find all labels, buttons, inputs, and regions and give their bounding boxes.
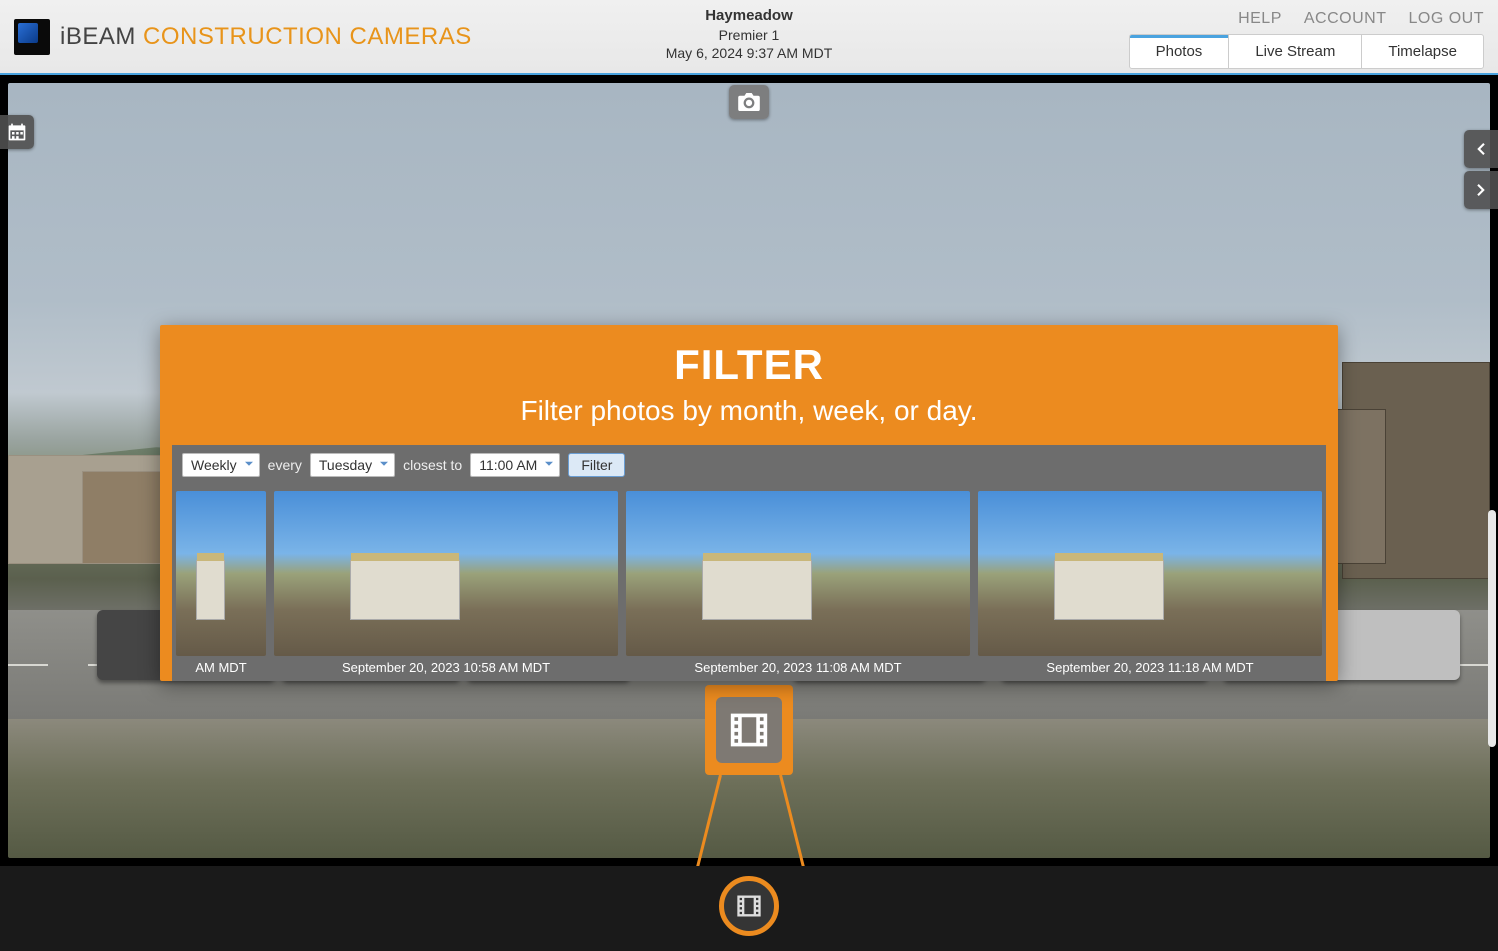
photo-timestamp: May 6, 2024 9:37 AM MDT: [666, 44, 833, 62]
help-link[interactable]: HELP: [1238, 10, 1282, 28]
brand-part2: CONSTRUCTION CAMERAS: [136, 23, 472, 50]
photo-viewer: FILTER Filter photos by month, week, or …: [0, 75, 1498, 866]
bottom-strip: [0, 866, 1498, 951]
filter-button[interactable]: Filter: [568, 453, 625, 477]
top-bar: iBEAM CONSTRUCTION CAMERAS Haymeadow Pre…: [0, 0, 1498, 75]
logout-link[interactable]: LOG OUT: [1408, 10, 1484, 28]
time-select[interactable]: 11:00 AM: [470, 453, 560, 477]
frequency-select[interactable]: Weekly: [182, 453, 260, 477]
account-links: HELP ACCOUNT LOG OUT: [1238, 10, 1484, 28]
prev-photo-button[interactable]: [1464, 130, 1498, 168]
filmstrip-toggle-button[interactable]: [719, 876, 779, 936]
account-link[interactable]: ACCOUNT: [1304, 10, 1387, 28]
chevron-right-icon: [1472, 181, 1490, 199]
thumbnail-item[interactable]: September 20, 2023 10:58 AM MDT: [274, 491, 618, 675]
chevron-left-icon: [1472, 140, 1490, 158]
closest-to-label: closest to: [403, 457, 462, 473]
thumbnail-item[interactable]: September 20, 2023 11:08 AM MDT: [626, 491, 970, 675]
thumbnail-item[interactable]: September 20, 2023 11:18 AM MDT: [978, 491, 1322, 675]
every-label: every: [268, 457, 302, 473]
thumbnail-label: AM MDT: [176, 656, 266, 675]
tab-photos[interactable]: Photos: [1130, 35, 1229, 68]
brand-group: iBEAM CONSTRUCTION CAMERAS: [14, 19, 472, 55]
thumbnail-label: September 20, 2023 11:18 AM MDT: [978, 656, 1322, 675]
header-right: HELP ACCOUNT LOG OUT Photos Live Stream …: [1129, 4, 1484, 69]
thumbnail-label: September 20, 2023 11:08 AM MDT: [626, 656, 970, 675]
filter-source-highlight: [705, 685, 793, 775]
calendar-icon: [7, 122, 27, 142]
thumbnail-label: September 20, 2023 10:58 AM MDT: [274, 656, 618, 675]
scrollbar[interactable]: [1488, 510, 1496, 747]
callout-title: FILTER: [172, 341, 1326, 389]
day-select[interactable]: Tuesday: [310, 453, 395, 477]
brand-text: iBEAM CONSTRUCTION CAMERAS: [60, 23, 472, 51]
brand-logo-icon: [14, 19, 50, 55]
next-photo-button[interactable]: [1464, 171, 1498, 209]
callout-subtitle: Filter photos by month, week, or day.: [172, 395, 1326, 427]
brand-part1: iBEAM: [60, 23, 136, 50]
camera-name: Premier 1: [666, 26, 833, 44]
view-tabs: Photos Live Stream Timelapse: [1129, 34, 1484, 69]
project-name: Haymeadow: [666, 6, 833, 26]
filmstrip-icon: [735, 893, 763, 919]
tab-timelapse[interactable]: Timelapse: [1361, 35, 1483, 68]
filter-thumbnails: AM MDT September 20, 2023 10:58 AM MDT S…: [172, 485, 1326, 681]
camera-icon: [738, 93, 760, 111]
filter-callout: FILTER Filter photos by month, week, or …: [160, 325, 1338, 681]
calendar-button[interactable]: [0, 115, 34, 149]
snapshot-button[interactable]: [729, 85, 769, 119]
filmstrip-icon: [727, 710, 771, 750]
filmstrip-button-large[interactable]: [716, 697, 782, 763]
filter-bar: Weekly every Tuesday closest to 11:00 AM…: [172, 445, 1326, 485]
header-center: Haymeadow Premier 1 May 6, 2024 9:37 AM …: [666, 6, 833, 62]
tab-live-stream[interactable]: Live Stream: [1228, 35, 1361, 68]
thumbnail-item[interactable]: AM MDT: [176, 491, 266, 675]
